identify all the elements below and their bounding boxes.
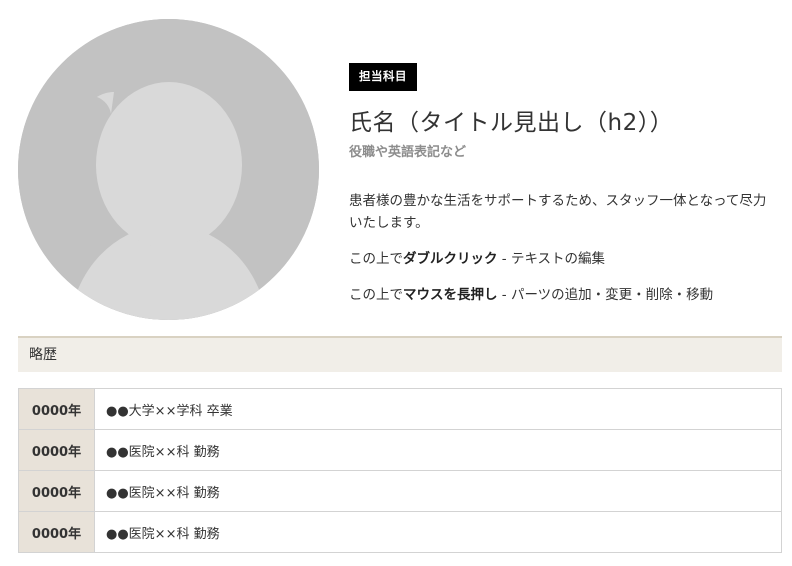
history-text[interactable]: ●●医院××科 勤務	[94, 470, 782, 512]
subject-badge: 担当科目	[349, 63, 417, 91]
table-row: 0000年 ●●医院××科 勤務	[18, 511, 782, 553]
profile-description: 患者様の豊かな生活をサポートするため、スタッフ一体となって尽力いたします。 この…	[349, 190, 774, 306]
hint-suffix: - テキストの編集	[497, 251, 606, 268]
history-header[interactable]: 略歴	[18, 336, 782, 372]
table-row: 0000年 ●●大学××学科 卒業	[18, 388, 782, 430]
history-text[interactable]: ●●医院××科 勤務	[94, 429, 782, 471]
history-year[interactable]: 0000年	[18, 388, 95, 430]
history-table: 0000年 ●●大学××学科 卒業 0000年 ●●医院××科 勤務 0000年…	[18, 388, 782, 553]
history-text[interactable]: ●●大学××学科 卒業	[94, 388, 782, 430]
hint-prefix: この上で	[349, 251, 403, 268]
history-text[interactable]: ●●医院××科 勤務	[94, 511, 782, 553]
hint-double-click[interactable]: この上でダブルクリック - テキストの編集	[349, 248, 774, 270]
hint-strong: ダブルクリック	[403, 251, 498, 268]
hint-prefix: この上で	[349, 287, 403, 304]
staff-profile: 担当科目 氏名（タイトル見出し（h2）） 役職や英語表記など 患者様の豊かな生活…	[0, 0, 792, 330]
hint-strong: マウスを長押し	[403, 287, 498, 304]
history-year[interactable]: 0000年	[18, 429, 95, 471]
table-row: 0000年 ●●医院××科 勤務	[18, 470, 782, 512]
table-row: 0000年 ●●医院××科 勤務	[18, 429, 782, 471]
staff-name-heading[interactable]: 氏名（タイトル見出し（h2））	[349, 110, 774, 138]
staff-role[interactable]: 役職や英語表記など	[349, 141, 774, 160]
profile-info: 担当科目 氏名（タイトル見出し（h2）） 役職や英語表記など 患者様の豊かな生活…	[349, 63, 774, 320]
avatar-placeholder[interactable]	[18, 19, 319, 320]
history-year[interactable]: 0000年	[18, 470, 95, 512]
hint-suffix: - パーツの追加・変更・削除・移動	[497, 287, 714, 304]
description-text[interactable]: 患者様の豊かな生活をサポートするため、スタッフ一体となって尽力いたします。	[349, 190, 774, 234]
person-placeholder-icon	[18, 19, 319, 320]
hint-long-press[interactable]: この上でマウスを長押し - パーツの追加・変更・削除・移動	[349, 284, 774, 306]
history-year[interactable]: 0000年	[18, 511, 95, 553]
